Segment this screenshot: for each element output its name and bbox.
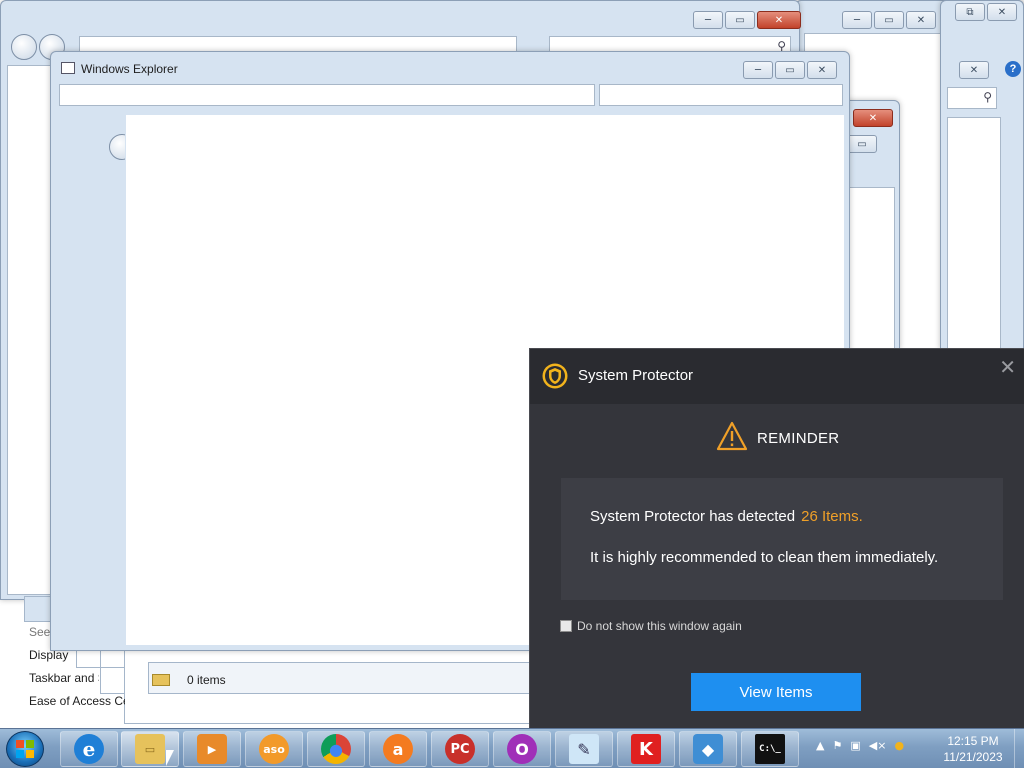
minimize-button[interactable]: ─ bbox=[693, 11, 723, 29]
folder-icon: ▭ bbox=[135, 734, 165, 764]
see-also-label: See bbox=[29, 625, 51, 639]
dont-show-again-checkbox[interactable] bbox=[560, 620, 572, 632]
kaspersky-icon: K bbox=[631, 734, 661, 764]
chrome-icon: ● bbox=[321, 734, 351, 764]
taskbar-pc-matic[interactable]: PC bbox=[431, 731, 489, 767]
window-client-area bbox=[947, 117, 1001, 351]
ashampoo-icon: aso bbox=[259, 734, 289, 764]
help-icon[interactable]: ? bbox=[1005, 61, 1021, 77]
search-icon: ⚲ bbox=[983, 90, 992, 104]
address-bar[interactable] bbox=[59, 84, 595, 106]
taskbar-kaspersky[interactable]: K bbox=[617, 731, 675, 767]
show-hidden-icons-icon[interactable]: ▲ bbox=[816, 739, 824, 752]
taskbar-notepad[interactable]: ✎ bbox=[555, 731, 613, 767]
command-prompt-icon: C:\_ bbox=[755, 734, 785, 764]
taskbar: e ▭ ▶ aso ● a PC O ✎ K ◆ C:\_ ▲ ⚑ ▣ ◀× ●… bbox=[0, 728, 1024, 768]
dialog-header: System Protector ✕ bbox=[530, 349, 1024, 404]
status-item-count: 0 items bbox=[187, 673, 226, 687]
taskbar-internet-explorer[interactable]: e bbox=[60, 731, 118, 767]
media-player-icon: ▶ bbox=[197, 734, 227, 764]
minimize-button[interactable]: ─ bbox=[743, 61, 773, 79]
taskbar-ashampoo[interactable]: aso bbox=[245, 731, 303, 767]
clock-time: 12:15 PM bbox=[947, 734, 999, 748]
warning-icon bbox=[716, 421, 748, 451]
dialog-body: REMINDER System Protector has detected 26… bbox=[530, 404, 1024, 729]
pc-matic-icon: PC bbox=[445, 734, 475, 764]
close-button[interactable]: ✕ bbox=[906, 11, 936, 29]
clock-date: 11/21/2023 bbox=[943, 750, 1003, 764]
search-input[interactable]: ⚲ bbox=[947, 87, 997, 109]
window-icon bbox=[61, 62, 75, 74]
close-button[interactable]: ✕ bbox=[959, 61, 989, 79]
taskbar-chrome[interactable]: ● bbox=[307, 731, 365, 767]
start-button[interactable] bbox=[6, 731, 44, 767]
maximize-button[interactable]: ▭ bbox=[874, 11, 904, 29]
close-button[interactable]: ✕ bbox=[807, 61, 837, 79]
show-desktop-button[interactable] bbox=[1014, 729, 1024, 768]
security-app-tray-icon[interactable]: ● bbox=[894, 739, 904, 752]
view-items-button[interactable]: View Items bbox=[691, 673, 861, 711]
recommendation-message: It is highly recommended to clean them i… bbox=[590, 549, 939, 566]
background-window-right[interactable]: ⧉ ✕ ✕ ? ⚲ bbox=[940, 0, 1024, 351]
message-panel: System Protector has detected 26 Items. I… bbox=[561, 478, 1003, 600]
window-client-area bbox=[849, 187, 895, 351]
maximize-button[interactable]: ▭ bbox=[847, 135, 877, 153]
maximize-button[interactable]: ▭ bbox=[775, 61, 805, 79]
maximize-button[interactable]: ▭ bbox=[725, 11, 755, 29]
system-protector-dialog: System Protector ✕ REMINDER System Prote… bbox=[529, 348, 1024, 729]
notepad-icon: ✎ bbox=[569, 734, 599, 764]
system-tray: ▲ ⚑ ▣ ◀× ● bbox=[816, 739, 904, 752]
detected-count: 26 Items. bbox=[801, 508, 863, 525]
close-button[interactable]: ✕ bbox=[757, 11, 801, 29]
window-title: Windows Explorer bbox=[81, 62, 178, 76]
action-center-flag-icon[interactable]: ⚑ bbox=[832, 739, 842, 752]
close-button[interactable]: ✕ bbox=[853, 109, 893, 127]
windows-logo-icon bbox=[16, 740, 34, 758]
virtualbox-icon: ◆ bbox=[693, 734, 723, 764]
mouse-cursor-icon bbox=[166, 750, 174, 766]
taskbar-virtualbox[interactable]: ◆ bbox=[679, 731, 737, 767]
volume-muted-icon[interactable]: ◀× bbox=[869, 739, 887, 752]
close-button[interactable]: ✕ bbox=[987, 3, 1017, 21]
reminder-heading: REMINDER bbox=[757, 430, 840, 447]
link-ease-of-access[interactable]: Ease of Access Cen bbox=[29, 694, 125, 708]
internet-explorer-icon: e bbox=[74, 734, 104, 764]
close-icon[interactable]: ✕ bbox=[999, 355, 1016, 379]
dialog-title: System Protector bbox=[578, 367, 694, 384]
dont-show-again-row[interactable]: Do not show this window again bbox=[560, 619, 742, 633]
detection-message: System Protector has detected 26 Items. bbox=[590, 508, 863, 525]
detection-message-text: System Protector has detected bbox=[590, 508, 796, 525]
opera-icon: O bbox=[507, 734, 537, 764]
network-icon[interactable]: ▣ bbox=[850, 739, 860, 752]
minimize-button[interactable]: ─ bbox=[842, 11, 872, 29]
taskbar-avast[interactable]: a bbox=[369, 731, 427, 767]
dont-show-again-label[interactable]: Do not show this window again bbox=[577, 619, 742, 633]
taskbar-clock[interactable]: 12:15 PM 11/21/2023 bbox=[938, 733, 1008, 765]
shield-icon bbox=[542, 363, 568, 389]
taskbar-media-player[interactable]: ▶ bbox=[183, 731, 241, 767]
taskbar-command-prompt[interactable]: C:\_ bbox=[741, 731, 799, 767]
avast-icon: a bbox=[383, 734, 413, 764]
taskbar-opera[interactable]: O bbox=[493, 731, 551, 767]
folder-icon bbox=[152, 674, 170, 686]
back-button[interactable] bbox=[11, 34, 37, 60]
restore-button[interactable]: ⧉ bbox=[955, 3, 985, 21]
search-input[interactable] bbox=[599, 84, 843, 106]
link-taskbar[interactable]: Taskbar and S bbox=[29, 671, 99, 685]
